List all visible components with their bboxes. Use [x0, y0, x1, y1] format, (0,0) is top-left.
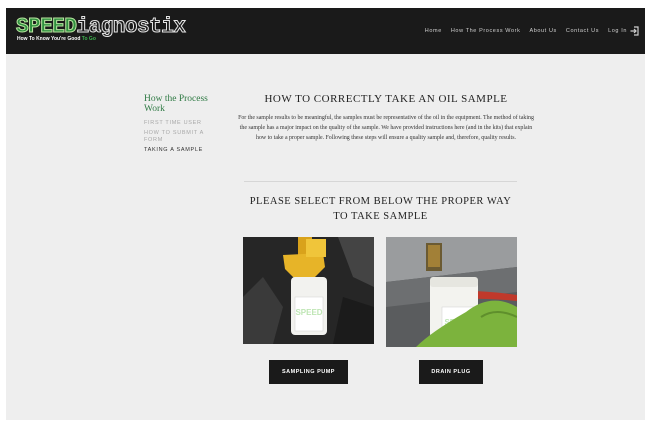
main-nav: Home How The Process Work About Us Conta… — [425, 8, 643, 54]
sidebar-item-first-time-user[interactable]: FIRST TIME USER — [144, 120, 214, 127]
sidebar-item-how-to-submit-a-form[interactable]: HOW TO SUBMIT A FORM — [144, 130, 214, 144]
sampling-pump-button[interactable]: SAMPLING PUMP — [269, 360, 348, 384]
sidebar: How the Process Work FIRST TIME USER HOW… — [144, 94, 214, 157]
login-icon — [630, 26, 639, 36]
bottle-label: SPEED — [295, 308, 322, 317]
sampling-pump-photo[interactable]: SPEED — [243, 237, 374, 344]
sampling-pump-illustration: SPEED — [243, 237, 374, 344]
nav-how-the-process-work[interactable]: How The Process Work — [451, 28, 521, 34]
sidebar-title[interactable]: How the Process Work — [144, 94, 214, 114]
tagline-green: To Go — [81, 36, 96, 42]
page-title: HOW TO CORRECTLY TAKE AN OIL SAMPLE — [264, 93, 508, 105]
tagline-white: How To Know You're Good — [17, 36, 81, 42]
drain-plug-illustration: SPEED — [386, 237, 517, 347]
nav-about-us[interactable]: About Us — [529, 28, 556, 34]
sidebar-item-taking-a-sample[interactable]: TAKING A SAMPLE — [144, 147, 214, 154]
nav-contact-us[interactable]: Contact Us — [566, 28, 599, 34]
section-divider — [244, 181, 517, 182]
logo-tagline: How To Know You're Good To Go — [17, 36, 96, 42]
logo[interactable]: SPEEDiagnostix How To Know You're Good T… — [16, 16, 187, 47]
drain-plug-button[interactable]: DRAIN PLUG — [419, 360, 483, 384]
login-button[interactable]: Log In — [608, 26, 639, 36]
login-label: Log In — [608, 28, 627, 34]
drain-plug-photo[interactable]: SPEED — [386, 237, 517, 347]
page: SPEEDiagnostix How To Know You're Good T… — [6, 8, 645, 420]
site-header: SPEEDiagnostix How To Know You're Good T… — [6, 8, 645, 54]
nav-home[interactable]: Home — [425, 28, 442, 34]
select-heading: PLEASE SELECT FROM BELOW THE PROPER WAY … — [249, 196, 512, 222]
intro-paragraph: For the sample results to be meaningful,… — [238, 115, 534, 141]
